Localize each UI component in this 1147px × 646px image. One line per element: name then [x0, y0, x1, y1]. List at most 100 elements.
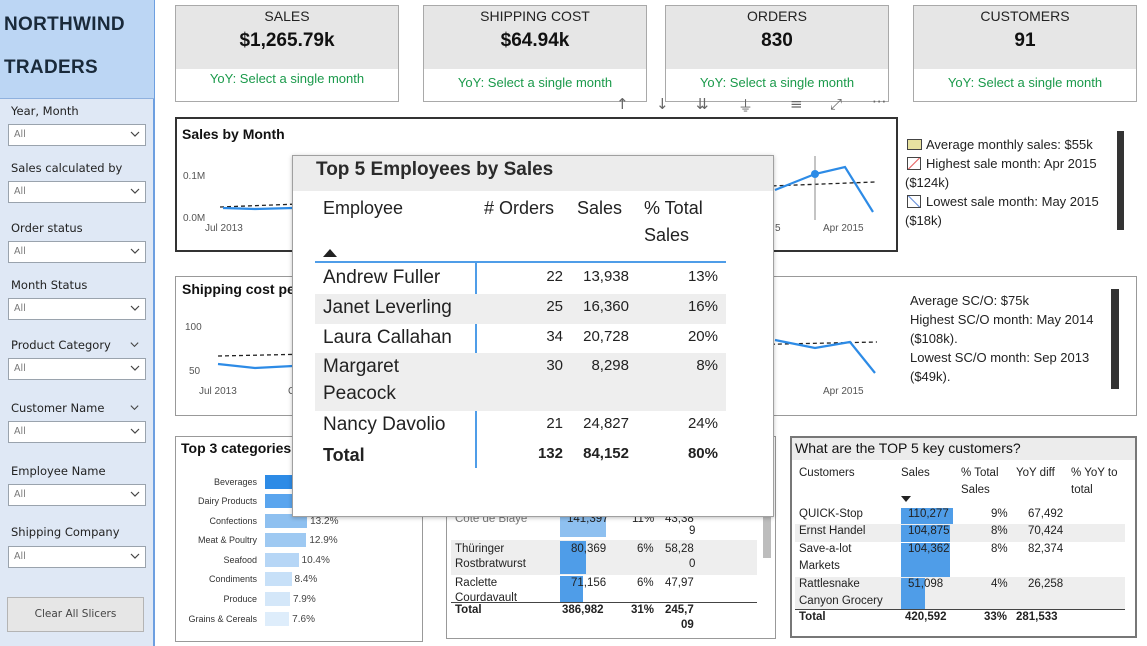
category-label: Meat & Poultry [197, 535, 257, 545]
drill-down-icon[interactable]: ↓ [656, 95, 669, 113]
customer-sales: 104,362 [908, 543, 950, 555]
category-value: 7.9% [292, 594, 316, 605]
slicer-shipping-company-dropdown[interactable]: All [8, 546, 146, 568]
chevron-down-icon [130, 428, 140, 434]
slicer-customer-name-dropdown[interactable]: All [8, 421, 146, 443]
y-tick: 0.0M [183, 213, 206, 224]
customer-total-pct: 33% [984, 611, 1008, 623]
top3-categories-title: Top 3 categories [181, 440, 292, 456]
x-tick: Jul 2013 [199, 386, 237, 397]
legend-average: Average monthly sales: $55k [907, 135, 1093, 154]
category-value: 12.9% [309, 535, 338, 546]
employee-pct: 24% [687, 415, 718, 432]
slicer-month-status-dropdown[interactable]: All [8, 298, 146, 320]
col-header-sales[interactable]: Sales [577, 198, 622, 219]
customer-name-wrap: Canyon Grocery [799, 595, 883, 607]
expand-level-icon[interactable]: ⏚ [738, 95, 753, 116]
chevron-down-icon[interactable] [129, 339, 140, 350]
slicer-value: All [14, 426, 26, 437]
product-name: Thüringer [455, 543, 505, 555]
product-name-wrap: Rostbratwurst [455, 558, 526, 570]
more-options-icon[interactable]: ··· [872, 93, 886, 111]
focus-mode-icon[interactable]: ⤢ [830, 95, 842, 113]
employee-total-orders: 132 [537, 445, 563, 462]
product-total-pct: 31% [631, 604, 655, 616]
top5-customers-title: What are the TOP 5 key customers? [795, 440, 1021, 456]
product-pct: 6% [637, 577, 654, 589]
slicer-sales-calc-dropdown[interactable]: All [8, 181, 146, 203]
employee-orders: 21 [546, 415, 563, 432]
filter-icon[interactable]: ≡ [790, 95, 803, 113]
scrollbar[interactable] [763, 512, 771, 558]
col-header-customers[interactable]: Customers [799, 467, 855, 479]
slicer-product-category-dropdown[interactable]: All [8, 358, 146, 380]
slicer-order-status-dropdown[interactable]: All [8, 241, 146, 263]
ship-note: Lowest SC/O month: Sep 2013 [910, 350, 1090, 365]
trend-down-icon [907, 195, 921, 208]
ship-note: Highest SC/O month: May 2014 [910, 312, 1094, 327]
category-label: Condiments [208, 574, 257, 584]
product-yoy-wrap: 0 [689, 558, 696, 570]
employee-total-label: Total [323, 445, 365, 465]
col-header-orders[interactable]: # Orders [484, 198, 554, 219]
kpi-value: $64.94k [500, 30, 570, 51]
chevron-down-icon [130, 305, 140, 311]
scrollbar[interactable] [1111, 289, 1119, 389]
employee-pct: 8% [696, 357, 718, 374]
expand-all-icon[interactable]: ⇊ [696, 95, 709, 113]
kpi-title: ORDERS [747, 8, 807, 24]
col-header-sales[interactable]: Sales [901, 467, 930, 479]
slicer-employee-name-dropdown[interactable]: All [8, 484, 146, 506]
customer-name: Rattlesnake [799, 578, 860, 590]
employee-pct: 20% [687, 328, 718, 345]
clear-all-slicers-button[interactable]: Clear All Slicers [7, 597, 144, 632]
col-header-pct-total[interactable]: % Total [644, 198, 703, 219]
col-header-yoy-total[interactable]: % YoY to [1071, 467, 1117, 479]
employee-name: Andrew Fuller [323, 267, 441, 288]
col-header-employee[interactable]: Employee [323, 198, 403, 219]
customer-name: Ernst Handel [799, 525, 866, 537]
brand-title-line2: TRADERS [4, 57, 98, 78]
trend-up-icon [907, 157, 921, 170]
slicer-label-year-month: Year, Month [11, 104, 79, 118]
ship-note: Average SC/O: $75k [910, 293, 1029, 308]
category-value: 8.4% [294, 574, 318, 585]
scrollbar[interactable] [1117, 131, 1124, 230]
col-header-yoy[interactable]: YoY diff [1016, 467, 1055, 479]
employee-orders: 30 [546, 357, 563, 374]
y-tick: 0.1M [183, 171, 206, 182]
col-header-yoy-total-2: total [1071, 484, 1093, 496]
slicer-label-month-status: Month Status [11, 278, 88, 292]
kpi-value: 830 [761, 30, 793, 51]
x-tick: Apr 2015 [823, 386, 864, 397]
product-sales: 80,369 [571, 543, 607, 555]
drill-up-icon[interactable]: ↑ [616, 95, 629, 113]
kpi-card-shipping-cost: SHIPPING COST $64.94k YoY: Select a sing… [423, 5, 647, 102]
employee-pct: 16% [687, 298, 718, 315]
product-name-wrap: Courdavault [455, 592, 518, 601]
product-name: Raclette [455, 577, 498, 589]
employee-sales: 8,298 [591, 357, 629, 374]
category-bar-fill [265, 533, 307, 547]
category-label: Dairy Products [197, 496, 257, 506]
product-pct: 6% [637, 543, 654, 555]
col-header-pct-total[interactable]: % Total [961, 467, 999, 479]
slicer-value: All [14, 363, 26, 374]
customer-yoy: 70,424 [1028, 525, 1064, 537]
customer-name-wrap: Markets [799, 560, 840, 572]
customer-yoy: 26,258 [1028, 578, 1064, 590]
customer-sales: 51,098 [908, 578, 944, 590]
slicer-value: All [14, 246, 26, 257]
slicer-value: All [14, 489, 26, 500]
kpi-yoy: YoY: Select a single month [209, 71, 365, 86]
employee-sales: 20,728 [583, 328, 629, 345]
employee-pct: 13% [687, 268, 718, 285]
slicer-value: All [14, 551, 26, 562]
y-tick: 100 [185, 322, 202, 333]
slicer-value: All [14, 129, 26, 140]
slicer-label-shipping-company: Shipping Company [11, 525, 120, 539]
employee-name: Janet Leverling [323, 297, 452, 318]
chevron-down-icon[interactable] [129, 402, 140, 413]
sort-desc-icon [901, 496, 911, 502]
slicer-year-month-dropdown[interactable]: All [8, 124, 146, 146]
